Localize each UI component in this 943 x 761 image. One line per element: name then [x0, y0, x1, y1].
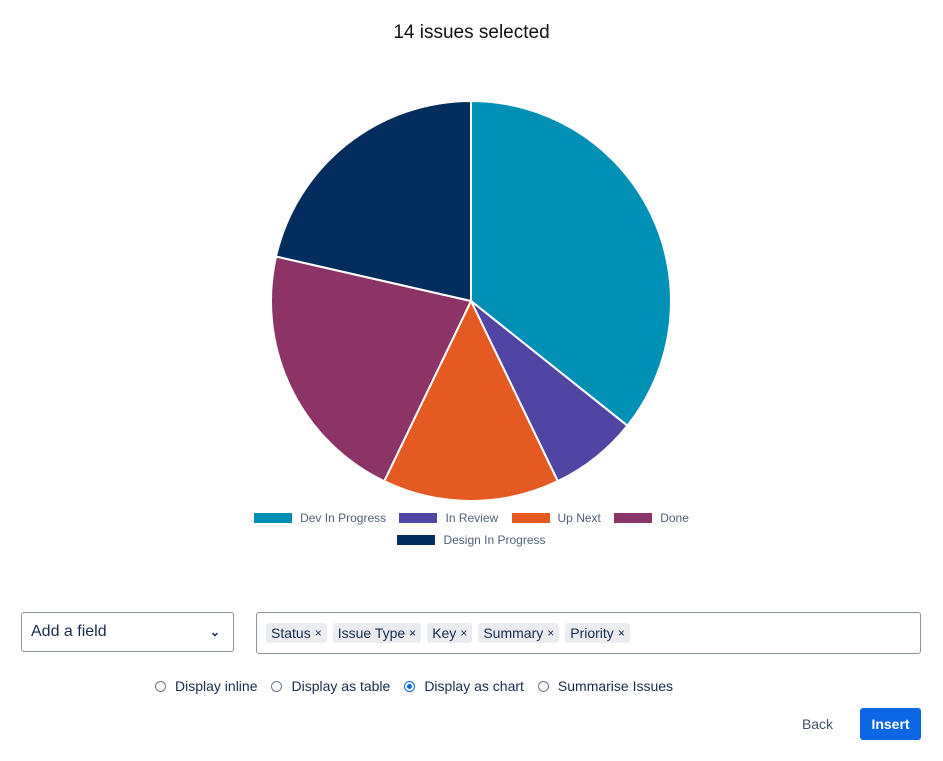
tag-summary: Summary × — [478, 623, 560, 643]
radio-label: Display as table — [291, 678, 391, 694]
legend-item-dev-in-progress[interactable]: Dev In Progress — [254, 511, 386, 525]
radio-button[interactable] — [271, 680, 283, 692]
radio-button[interactable] — [537, 680, 549, 692]
radio-button-checked[interactable] — [404, 680, 416, 692]
legend-swatch — [254, 513, 293, 523]
radio-display-chart[interactable]: Display as chart — [404, 678, 524, 694]
tag-label: Summary — [483, 625, 544, 641]
add-field-label: Add a field — [31, 623, 107, 640]
back-button[interactable]: Back — [790, 709, 845, 739]
legend-label: Design In Progress — [443, 533, 546, 547]
legend-item-done[interactable]: Done — [614, 511, 689, 525]
radio-label: Display as chart — [424, 678, 524, 694]
tag-label: Priority — [570, 625, 614, 641]
radio-label: Display inline — [175, 678, 258, 694]
legend-label: Dev In Progress — [300, 511, 387, 525]
radio-button[interactable] — [155, 680, 166, 692]
remove-tag-icon[interactable]: × — [409, 626, 416, 640]
tag-key: Key × — [427, 623, 473, 643]
remove-tag-icon[interactable]: × — [315, 626, 322, 640]
legend-swatch — [397, 535, 436, 545]
radio-label: Summarise Issues — [557, 678, 674, 694]
remove-tag-icon[interactable]: × — [618, 626, 625, 640]
tag-issue-type: Issue Type × — [332, 623, 422, 643]
legend-item-design-in-progress[interactable]: Design In Progress — [397, 533, 546, 547]
insert-button[interactable]: Insert — [860, 708, 921, 740]
remove-tag-icon[interactable]: × — [460, 626, 467, 640]
legend-swatch — [511, 513, 550, 523]
legend-swatch — [399, 513, 438, 523]
radio-display-inline[interactable]: Display inline — [155, 678, 257, 694]
display-options: Display inline Display as table Display … — [155, 678, 687, 694]
legend-item-up-next[interactable]: Up Next — [511, 511, 601, 525]
legend-row: Design In Progress — [0, 533, 943, 548]
legend-swatch — [614, 513, 653, 523]
tag-status: Status × — [266, 623, 327, 643]
legend-label: In Review — [445, 511, 499, 525]
legend-row: Dev In Progress In Review Up Next Done — [0, 511, 943, 526]
tag-label: Status — [271, 625, 311, 641]
legend-label: Done — [660, 511, 689, 525]
field-tags-input[interactable]: Status × Issue Type × Key × Summary × Pr… — [256, 612, 921, 654]
radio-display-table[interactable]: Display as table — [271, 678, 390, 694]
chevron-down-icon: ⌄ — [209, 625, 220, 639]
radio-summarise-issues[interactable]: Summarise Issues — [537, 678, 674, 694]
remove-tag-icon[interactable]: × — [547, 626, 554, 640]
add-field-select[interactable]: Add a field ⌄ — [21, 612, 234, 652]
legend-label: Up Next — [557, 511, 601, 525]
pie-chart — [270, 99, 672, 502]
tag-label: Issue Type — [337, 625, 406, 641]
tag-priority: Priority × — [565, 623, 630, 643]
legend-item-in-review[interactable]: In Review — [399, 511, 498, 525]
tag-label: Key — [432, 625, 457, 641]
